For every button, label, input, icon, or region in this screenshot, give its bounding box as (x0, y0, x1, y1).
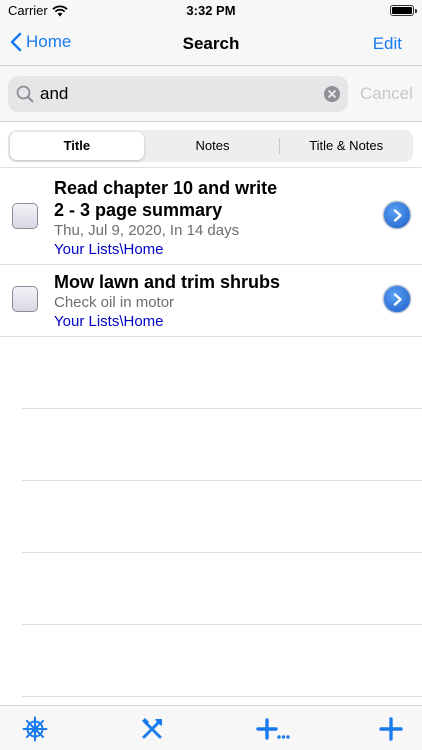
empty-row-separator (22, 696, 422, 697)
edit-button[interactable]: Edit (373, 34, 402, 54)
clear-search-icon[interactable] (324, 86, 340, 102)
detail-disclosure-icon[interactable] (383, 201, 411, 229)
add-icon[interactable] (378, 716, 404, 747)
battery-icon (390, 5, 417, 16)
add-more-icon[interactable] (256, 716, 290, 747)
ships-wheel-icon[interactable] (22, 716, 48, 747)
list-item[interactable]: Mow lawn and trim shrubs Check oil in mo… (0, 265, 422, 337)
empty-row-separator (22, 480, 422, 481)
segment-title[interactable]: Title (10, 132, 144, 160)
tools-icon[interactable] (139, 716, 165, 747)
navigation-bar: Home Search Edit (0, 22, 422, 66)
item-title: Read chapter 10 and write (54, 178, 278, 198)
search-input[interactable] (40, 81, 320, 107)
item-checkbox[interactable] (12, 286, 38, 312)
status-bar: Carrier 3:32 PM (0, 0, 422, 22)
list-item[interactable]: Read chapter 10 and write 2 - 3 page sum… (0, 168, 422, 265)
segment-notes[interactable]: Notes (146, 130, 280, 162)
item-list-path: Your Lists\Home (54, 313, 164, 330)
item-notes: Check oil in motor (54, 294, 175, 311)
item-list-path: Your Lists\Home (54, 241, 164, 258)
clock: 3:32 PM (186, 3, 236, 18)
item-title: Mow lawn and trim shrubs (54, 272, 281, 292)
search-scope-control: Title Notes Title & Notes (8, 130, 413, 162)
item-title: 2 - 3 page summary (54, 200, 223, 220)
search-icon (16, 85, 34, 108)
item-notes: Thu, Jul 9, 2020, In 14 days (54, 222, 240, 239)
search-bar: Cancel (0, 66, 422, 122)
cancel-button[interactable]: Cancel (360, 84, 413, 104)
detail-disclosure-icon[interactable] (383, 285, 411, 313)
item-checkbox[interactable] (12, 203, 38, 229)
bottom-toolbar (0, 705, 422, 750)
search-scope-bar: Title Notes Title & Notes (0, 122, 422, 168)
results-list: Read chapter 10 and write 2 - 3 page sum… (0, 168, 422, 337)
page-title: Search (182, 34, 240, 53)
search-field[interactable] (8, 76, 348, 112)
empty-row-separator (22, 624, 422, 625)
empty-row-separator (22, 552, 422, 553)
empty-row-separator (22, 408, 422, 409)
segment-title-and-notes[interactable]: Title & Notes (279, 130, 413, 162)
